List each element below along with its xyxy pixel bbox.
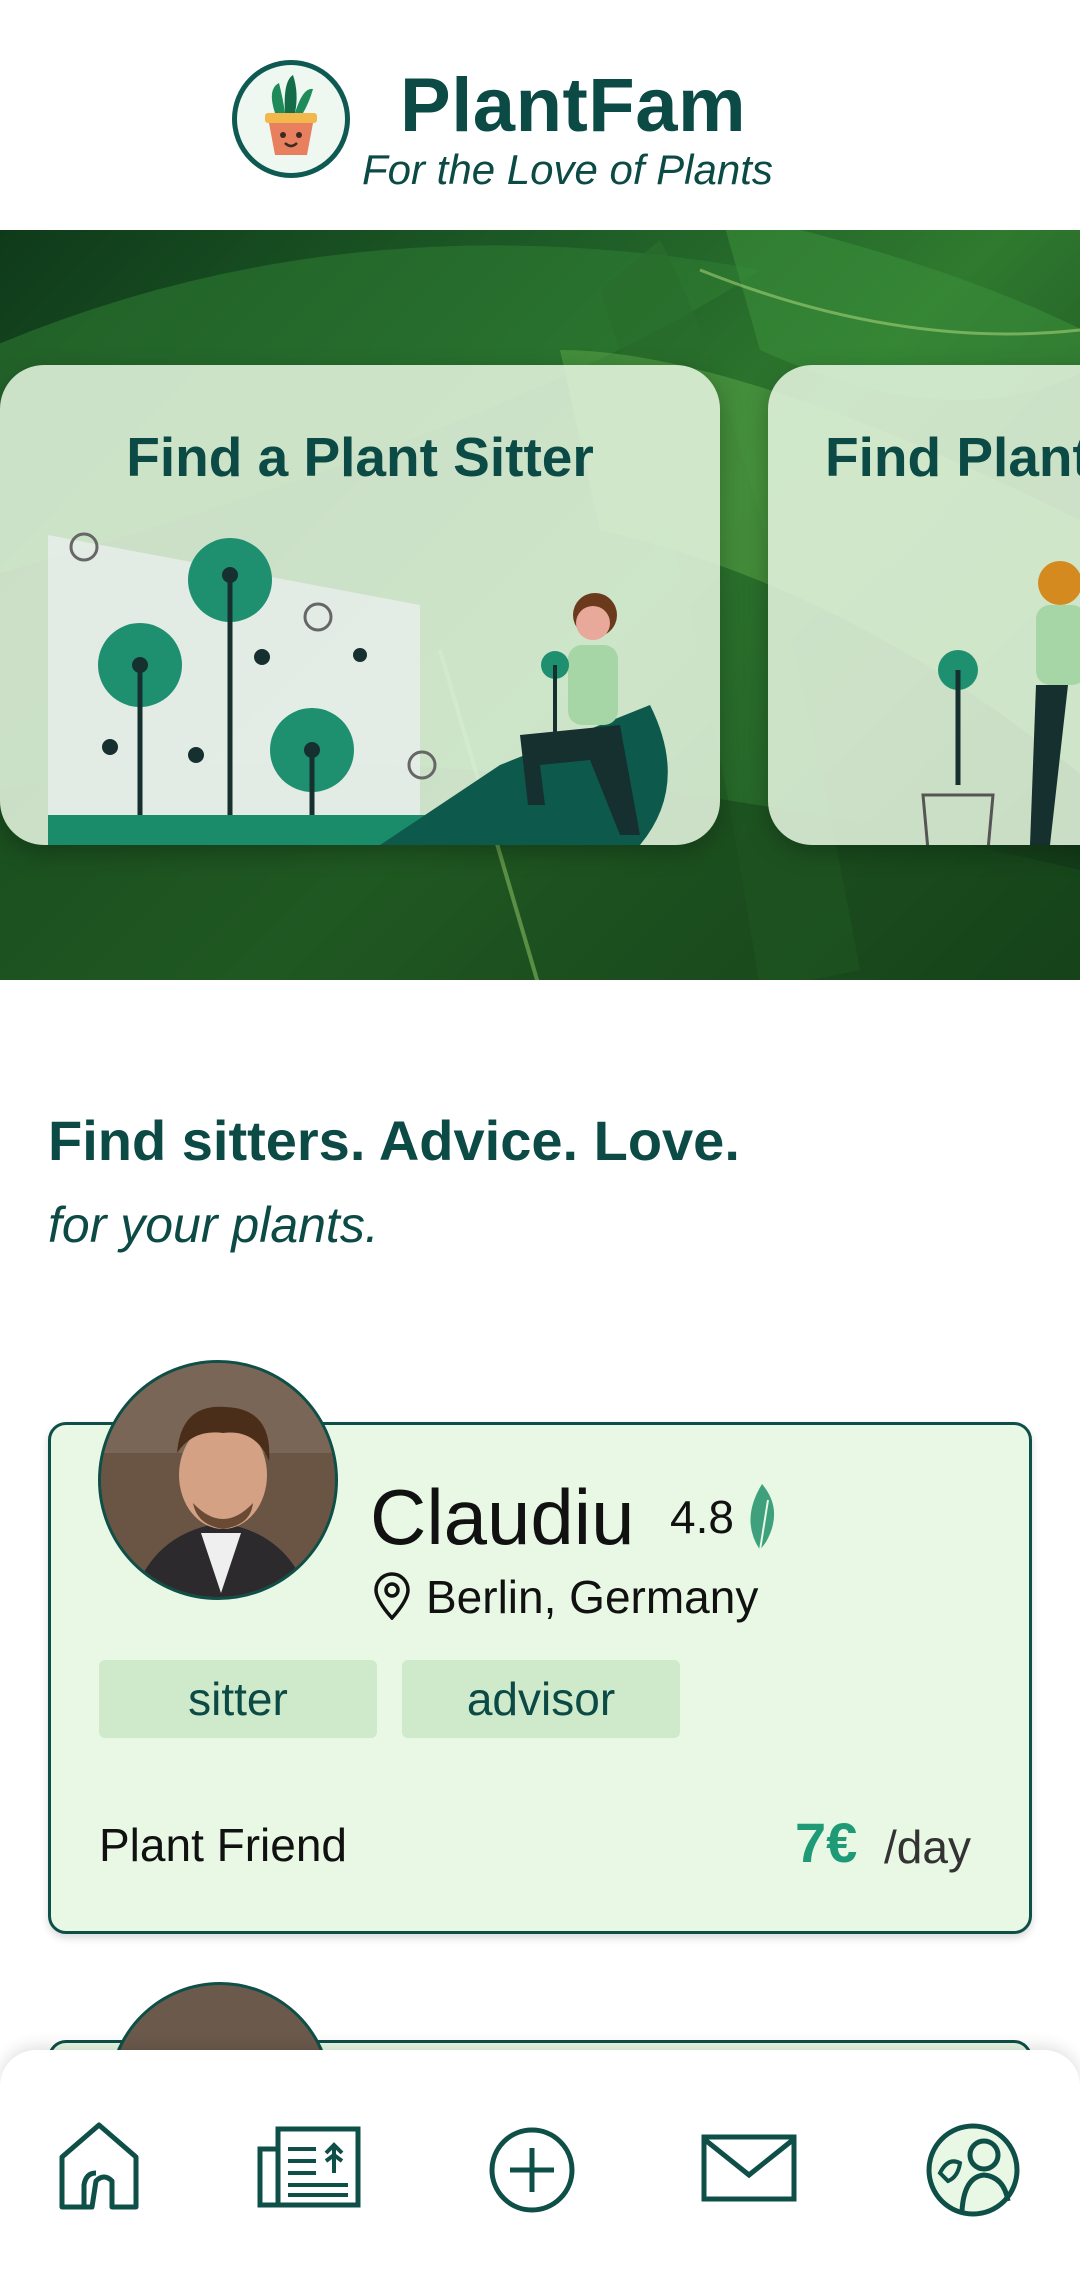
sitter-avatar	[98, 1360, 338, 1600]
add-icon	[489, 2127, 575, 2213]
nav-news[interactable]	[256, 2115, 366, 2225]
sitter-location: Berlin, Germany	[426, 1571, 759, 1623]
sitter-role: Plant Friend	[99, 1819, 348, 1871]
sitter-rating: 4.8	[670, 1491, 734, 1543]
tag-advisor: advisor	[402, 1660, 680, 1738]
profile-icon	[926, 2123, 1020, 2217]
location-pin-icon	[374, 1572, 410, 1620]
plantfam-logo	[232, 60, 350, 178]
nav-home[interactable]	[44, 2115, 154, 2225]
leaf-icon	[750, 1484, 775, 1551]
price-unit: /day	[884, 1821, 971, 1873]
find-plant-sitter-card[interactable]: Find a Plant Sitter	[0, 365, 720, 845]
find-plant-advisor-card[interactable]: Find Plant	[768, 365, 1080, 845]
home-icon	[59, 2122, 139, 2210]
app-title: PlantFam	[400, 63, 747, 148]
tagline-subheading: for your plants.	[48, 1197, 379, 1253]
app-subtitle: For the Love of Plants	[362, 146, 773, 193]
hero-banner: Find a Plant Sitter Find Plant	[0, 230, 1080, 980]
sitter-price: 7€	[795, 1811, 858, 1874]
nav-profile[interactable]	[918, 2115, 1028, 2225]
news-icon	[257, 2126, 361, 2208]
messages-icon	[701, 2134, 797, 2202]
tagline-heading: Find sitters. Advice. Love.	[48, 1109, 740, 1172]
sitter-name: Claudiu	[370, 1473, 635, 1561]
nav-messages[interactable]	[694, 2115, 804, 2225]
plant-advisor-illustration	[921, 561, 1080, 845]
plant-sitter-illustration	[48, 532, 668, 845]
app-header: PlantFam For the Love of Plants	[0, 0, 1080, 230]
nav-add[interactable]	[477, 2115, 587, 2225]
tag-sitter: sitter	[99, 1660, 377, 1738]
bottom-navigation	[0, 2050, 1080, 2276]
